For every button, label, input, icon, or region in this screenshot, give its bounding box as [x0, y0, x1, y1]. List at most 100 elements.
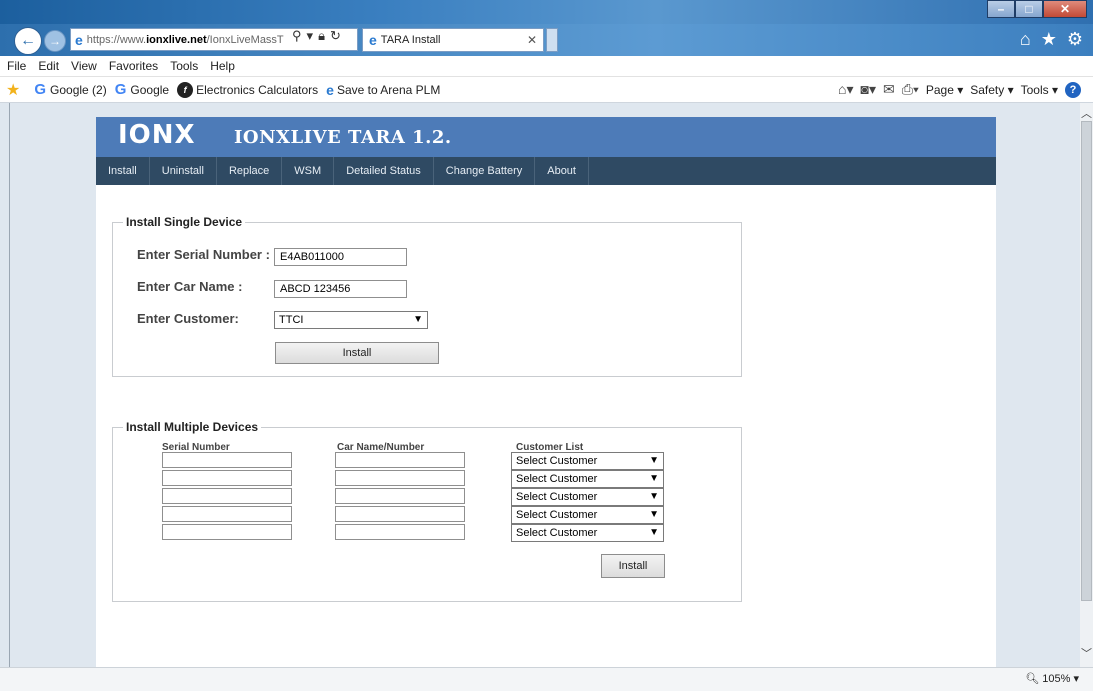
- feeds-icon[interactable]: ◙▾: [861, 81, 876, 98]
- refresh-icon[interactable]: ↻: [330, 28, 341, 44]
- multi-car-input[interactable]: [335, 506, 465, 522]
- window-titlebar: – □ ✕: [0, 0, 1093, 24]
- favorite-label: Google (2): [50, 82, 107, 97]
- menu-help[interactable]: Help: [210, 59, 235, 73]
- app-nav: Install Uninstall Replace WSM Detailed S…: [96, 157, 996, 185]
- nav-replace[interactable]: Replace: [217, 157, 283, 185]
- chevron-down-icon: ▾: [1073, 673, 1079, 685]
- nav-wsm[interactable]: WSM: [282, 157, 335, 185]
- car-name-input[interactable]: ABCD 123456: [274, 280, 407, 298]
- nav-install[interactable]: Install: [96, 157, 150, 185]
- calculator-icon: f: [177, 81, 194, 98]
- forward-button[interactable]: →: [44, 30, 66, 52]
- url-scheme: https://www.: [86, 33, 147, 46]
- zoom-icon: 🔍︎: [1025, 673, 1040, 685]
- install-single-button[interactable]: Install: [275, 342, 439, 364]
- menu-tools[interactable]: Tools: [170, 59, 198, 73]
- maximize-button[interactable]: □: [1015, 0, 1043, 18]
- back-arrow-icon: ←: [20, 32, 36, 49]
- multi-customer-select[interactable]: Select Customer ▼: [511, 470, 664, 488]
- forward-arrow-icon: →: [49, 34, 61, 48]
- menu-file[interactable]: File: [7, 59, 26, 73]
- serial-number-input[interactable]: E4AB011000: [274, 248, 407, 266]
- multi-customer-select-value: Select Customer: [516, 491, 598, 503]
- left-frame-edge: [0, 103, 10, 667]
- browser-tab[interactable]: e TARA Install ✕: [362, 28, 544, 52]
- chevron-down-icon: ▼: [649, 473, 659, 484]
- address-bar-icons: ⚲ ▾ 🔒︎ ↻: [292, 28, 341, 44]
- multi-customer-select[interactable]: Select Customer ▼: [511, 452, 664, 470]
- window-controls: – □ ✕: [987, 0, 1087, 18]
- favorite-google-2[interactable]: G Google (2): [34, 81, 106, 98]
- status-bar: 🔍︎ 105% ▾: [0, 667, 1093, 691]
- car-name-label: Enter Car Name :: [137, 279, 243, 294]
- multi-serial-input[interactable]: [162, 506, 292, 522]
- chevron-down-icon: ▼: [649, 527, 659, 538]
- chevron-down-icon: ▼: [413, 314, 423, 325]
- new-tab-button[interactable]: [546, 28, 558, 52]
- multi-customer-select-value: Select Customer: [516, 455, 598, 467]
- mail-icon[interactable]: ✉: [883, 81, 895, 98]
- favorites-star-icon[interactable]: ★: [1041, 29, 1057, 50]
- multi-car-input[interactable]: [335, 470, 465, 486]
- multi-serial-input[interactable]: [162, 452, 292, 468]
- menu-edit[interactable]: Edit: [38, 59, 59, 73]
- favorites-bar: ★ G Google (2) G Google f Electronics Calcu…: [0, 77, 1093, 103]
- install-multiple-devices-panel: Install Multiple Devices Serial Number C…: [112, 420, 742, 602]
- ie-icon: e: [326, 81, 334, 98]
- lock-icon[interactable]: 🔒︎: [318, 28, 325, 44]
- page-menu[interactable]: Page ▾: [926, 83, 963, 97]
- nav-about[interactable]: About: [535, 157, 589, 185]
- favorites-add-star-icon[interactable]: ★: [6, 80, 20, 100]
- multi-serial-input[interactable]: [162, 470, 292, 486]
- multi-customer-select[interactable]: Select Customer ▼: [511, 506, 664, 524]
- vertical-scrollbar[interactable]: ︿ ﹀: [1080, 103, 1093, 667]
- favorite-electronics-calculators[interactable]: f Electronics Calculators: [177, 81, 319, 98]
- close-tab-icon[interactable]: ✕: [527, 33, 537, 47]
- multi-customer-select-value: Select Customer: [516, 509, 598, 521]
- dropdown-arrow-icon[interactable]: ▾: [307, 28, 314, 44]
- tab-title: TARA Install: [380, 34, 441, 46]
- menu-view[interactable]: View: [71, 59, 97, 73]
- tools-menu[interactable]: Tools ▾: [1021, 83, 1058, 97]
- multi-car-input[interactable]: [335, 452, 465, 468]
- multi-customer-select-value: Select Customer: [516, 473, 598, 485]
- customer-select-value: TTCI: [279, 314, 304, 326]
- safety-menu[interactable]: Safety ▾: [970, 83, 1013, 97]
- nav-change-battery[interactable]: Change Battery: [434, 157, 536, 185]
- chevron-down-icon: ▼: [649, 509, 659, 520]
- tab-ie-icon: e: [369, 32, 377, 48]
- nav-uninstall[interactable]: Uninstall: [150, 157, 217, 185]
- multi-car-input[interactable]: [335, 524, 465, 540]
- chevron-down-icon: ▼: [649, 455, 659, 466]
- google-icon: G: [114, 81, 127, 98]
- settings-gear-icon[interactable]: ⚙: [1067, 29, 1083, 50]
- app-header: IONX IONXLIVE TARA 1.2.: [96, 117, 996, 157]
- scroll-up-icon[interactable]: ︿: [1080, 107, 1093, 121]
- minimize-button[interactable]: –: [987, 0, 1015, 18]
- favorite-label: Electronics Calculators: [196, 82, 319, 97]
- multi-car-input[interactable]: [335, 488, 465, 504]
- home-icon[interactable]: ⌂▾: [838, 81, 853, 98]
- menu-favorites[interactable]: Favorites: [109, 59, 158, 73]
- close-window-button[interactable]: ✕: [1043, 0, 1087, 18]
- customer-select[interactable]: TTCI ▼: [274, 311, 428, 329]
- nav-detailed-status[interactable]: Detailed Status: [334, 157, 434, 185]
- multi-customer-select[interactable]: Select Customer ▼: [511, 524, 664, 542]
- multi-customer-select[interactable]: Select Customer ▼: [511, 488, 664, 506]
- favorite-arena-plm[interactable]: e Save to Arena PLM: [326, 82, 440, 98]
- favorite-google[interactable]: G Google: [115, 81, 169, 98]
- url-domain: ionxlive.net: [146, 33, 207, 46]
- home-icon[interactable]: ⌂: [1020, 29, 1031, 50]
- scrollbar-thumb[interactable]: [1081, 121, 1092, 601]
- install-multiple-button[interactable]: Install: [601, 554, 665, 578]
- search-icon[interactable]: ⚲: [292, 28, 302, 44]
- zoom-control[interactable]: 🔍︎ 105% ▾: [1025, 672, 1079, 685]
- scroll-down-icon[interactable]: ﹀: [1080, 647, 1093, 661]
- multi-serial-input[interactable]: [162, 524, 292, 540]
- help-icon[interactable]: ?: [1065, 81, 1081, 98]
- multi-serial-input[interactable]: [162, 488, 292, 504]
- back-button[interactable]: ←: [14, 27, 42, 55]
- print-icon[interactable]: ⎙▾: [902, 81, 919, 98]
- command-bar: ⌂▾ ◙▾ ✉ ⎙▾ Page ▾ Safety ▾ Tools ▾ ?: [838, 77, 1081, 102]
